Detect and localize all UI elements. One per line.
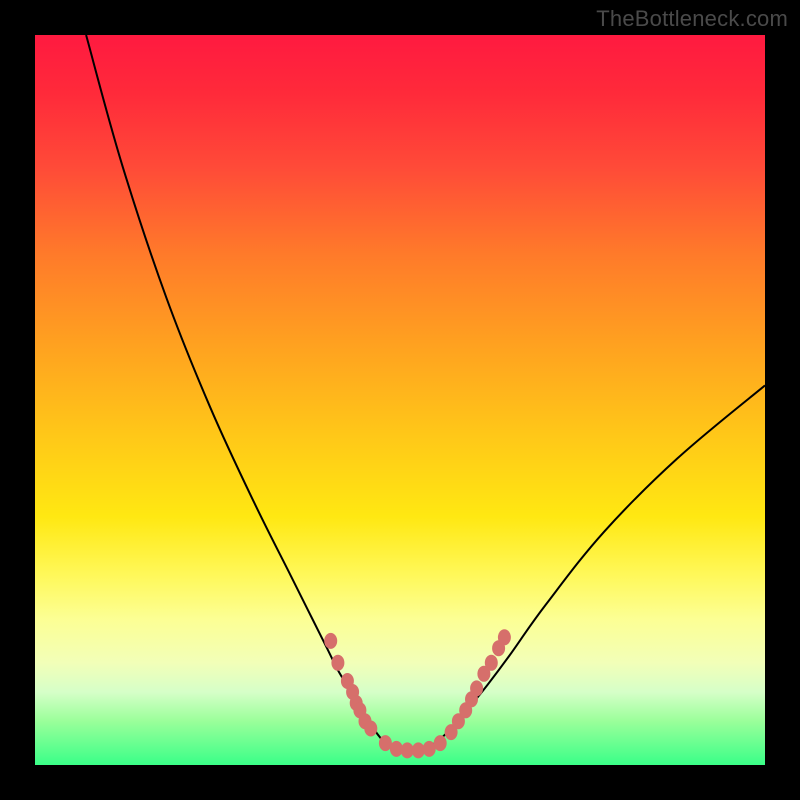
data-marker (485, 655, 498, 671)
data-marker (470, 680, 483, 696)
data-marker (498, 629, 511, 645)
data-marker (364, 721, 377, 737)
watermark-text: TheBottleneck.com (596, 6, 788, 32)
chart-frame: TheBottleneck.com (0, 0, 800, 800)
plot-area (35, 35, 765, 765)
markers-group (324, 629, 511, 758)
data-marker (324, 633, 337, 649)
chart-svg (35, 35, 765, 765)
data-marker (331, 655, 344, 671)
bottleneck-curve (86, 35, 765, 751)
data-marker (434, 735, 447, 751)
